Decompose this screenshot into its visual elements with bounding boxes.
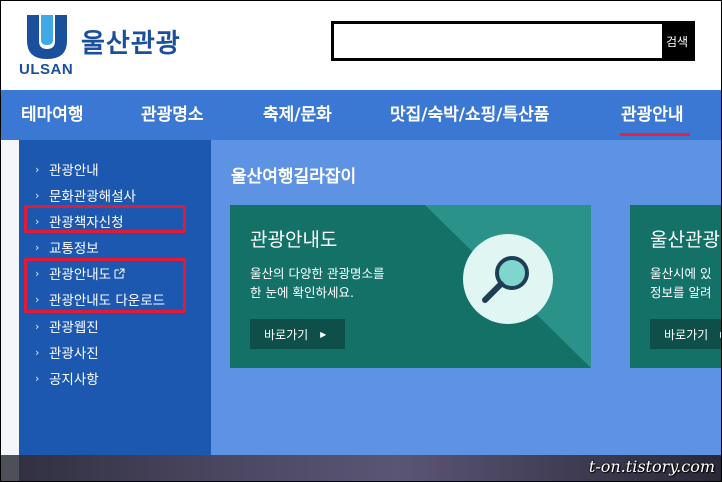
chevron-right-icon: ›: [35, 188, 40, 202]
card-description: 울산시에 있 정보를 알려: [650, 264, 721, 302]
highlight-box: [24, 205, 186, 233]
sidebar-item-label: 문화관광해설사: [49, 189, 136, 205]
sidebar-item-label: 관광웹진: [49, 320, 99, 336]
card-go-button-label: 바로가기: [664, 327, 709, 342]
sidebar-item-tourist-info[interactable]: › 관광안내: [35, 159, 99, 180]
main-content: 울산여행길라잡이 관광안내도 울산의 다양한 관광명소를 한 눈에 확인하세요.…: [211, 140, 721, 455]
card-ulsan-tourism[interactable]: 울산관광 울산시에 있 정보를 알려 바로가기 ▶: [630, 205, 721, 368]
left-gutter: [1, 140, 19, 455]
card-description: 울산의 다양한 관광명소를 한 눈에 확인하세요.: [250, 264, 450, 302]
sidebar-item-label: 관광사진: [49, 346, 99, 362]
bottom-left-image: [1, 455, 19, 481]
section-title: 울산여행길라잡이: [231, 167, 357, 187]
nav-item-attractions[interactable]: 관광명소: [141, 90, 204, 140]
sidebar-item-label: 공지사항: [49, 372, 99, 388]
card-go-button-label: 바로가기: [264, 327, 309, 342]
card-go-button[interactable]: 바로가기 ▶: [650, 319, 721, 349]
nav-item-festival-culture[interactable]: 축제/문화: [263, 90, 332, 140]
chevron-right-icon: ›: [35, 240, 40, 254]
card-title: 관광안내도: [250, 229, 338, 251]
sidebar-item-webzine[interactable]: › 관광웹진: [35, 316, 99, 337]
sidebar-item-notices[interactable]: › 공지사항: [35, 368, 99, 389]
arrow-right-icon: ▶: [320, 329, 327, 339]
card-description-line: 울산의 다양한 관광명소를: [250, 266, 385, 281]
highlight-box: [24, 258, 186, 313]
chevron-right-icon: ›: [35, 371, 40, 385]
sidebar-item-label: 관광안내: [49, 163, 99, 179]
sidebar-item-photos[interactable]: › 관광사진: [35, 342, 99, 363]
nav-active-indicator: [620, 133, 690, 136]
chevron-right-icon: ›: [35, 345, 40, 359]
sidebar-item-transport[interactable]: › 교통정보: [35, 237, 99, 258]
ulsan-logo-icon[interactable]: [25, 13, 69, 59]
card-title: 울산관광: [650, 229, 720, 251]
sidebar-item-label: 교통정보: [49, 241, 99, 257]
brand-name[interactable]: 울산관광: [81, 23, 181, 60]
chevron-right-icon: ›: [35, 319, 40, 333]
card-description-line: 정보를 알려: [650, 285, 712, 300]
card-description-line: 울산시에 있: [650, 266, 712, 281]
magnifier-icon: [482, 256, 529, 303]
nav-item-food-stay-shopping[interactable]: 맛집/숙박/쇼핑/특산품: [390, 90, 549, 140]
sidebar-item-culture-guide[interactable]: › 문화관광해설사: [35, 185, 136, 206]
card-tour-map[interactable]: 관광안내도 울산의 다양한 관광명소를 한 눈에 확인하세요. 바로가기 ▶: [230, 205, 591, 368]
search-box: 검색: [331, 21, 695, 61]
card-go-button[interactable]: 바로가기 ▶: [250, 319, 345, 349]
search-input[interactable]: [334, 24, 664, 58]
watermark: t-on.tistory.com: [588, 457, 715, 476]
page-frame: 울산관광 ULSAN 검색 테마여행 관광명소 축제/문화 맛집/숙박/쇼핑/특…: [0, 0, 722, 482]
brand-sub: ULSAN: [19, 61, 74, 78]
sidebar: › 관광안내 › 문화관광해설사 › 관광책자신청 › 교통정보 › 관광안내도…: [19, 140, 211, 455]
nav-item-theme-travel[interactable]: 테마여행: [21, 90, 84, 140]
main-nav: 테마여행 관광명소 축제/문화 맛집/숙박/쇼핑/특산품 관광안내: [1, 90, 721, 140]
search-button[interactable]: 검색: [662, 24, 692, 58]
chevron-right-icon: ›: [35, 162, 40, 176]
card-description-line: 한 눈에 확인하세요.: [250, 285, 354, 300]
site-header: 울산관광 ULSAN 검색: [1, 1, 721, 90]
